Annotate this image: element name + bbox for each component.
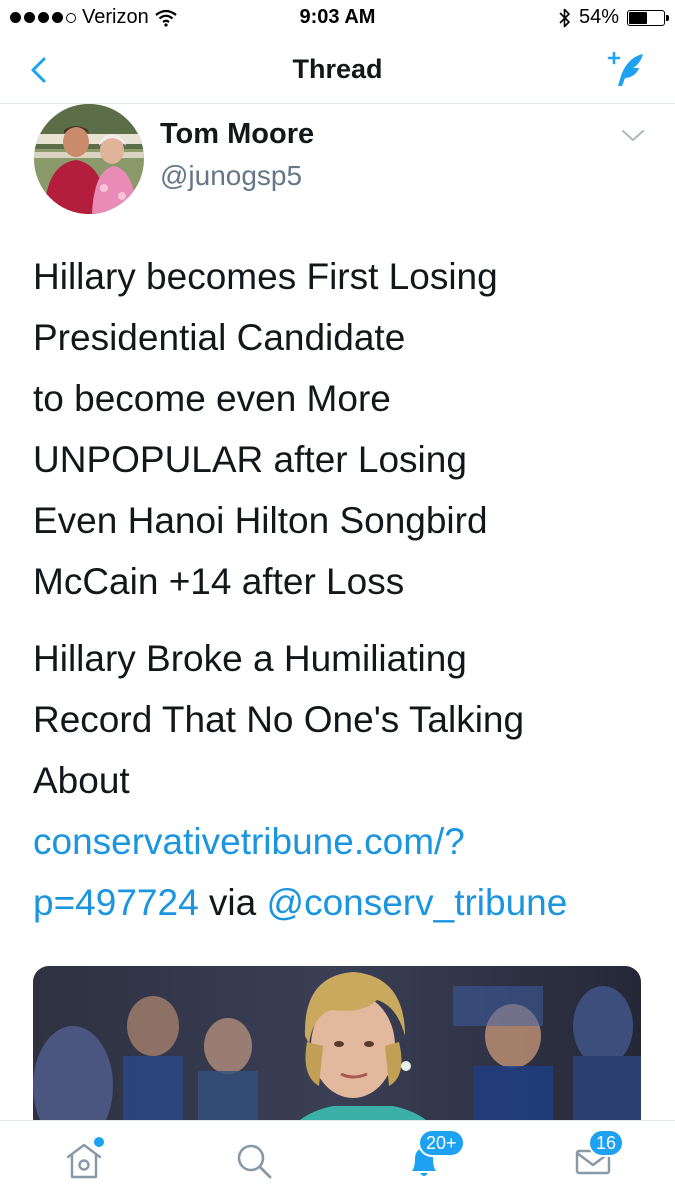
page-title: Thread [292, 54, 383, 84]
battery-percent: 54% [578, 6, 619, 28]
compose-tweet-button[interactable] [603, 48, 649, 92]
avatar[interactable] [34, 104, 144, 214]
tweet-line: Hillary becomes First Losing [33, 256, 498, 297]
tweet-menu-button[interactable] [621, 128, 645, 144]
tweet-line: UNPOPULAR after Losing [33, 439, 467, 480]
avatar-photo [34, 104, 144, 214]
home-new-dot [94, 1137, 104, 1147]
tweet-line: Even Hanoi Hilton Songbird [33, 500, 488, 541]
author-handle[interactable]: @junogsp5 [160, 160, 302, 192]
battery-icon [627, 9, 669, 26]
chevron-down-icon [622, 130, 644, 141]
tab-home[interactable] [58, 1135, 110, 1187]
tweet-line: Hillary Broke a Humiliating [33, 638, 467, 679]
article-link-continued[interactable]: p=497724 [33, 882, 199, 923]
bluetooth-icon [559, 8, 570, 27]
tweet-line: Record That No One's Talking [33, 699, 525, 740]
tweet-link-line: conservativetribune.com/? [33, 811, 653, 872]
notifications-badge: 20+ [418, 1129, 465, 1157]
tweet-line: to become even More [33, 378, 391, 419]
status-bar: Verizon 9:03 AM 54% [0, 0, 675, 36]
tweet-link-line: p=497724 via @conserv_tribune [33, 872, 653, 933]
via-text: via [198, 882, 267, 923]
screen: Verizon 9:03 AM 54% Thread Tom Moore @ju… [0, 0, 675, 1200]
tweet-line: About [33, 760, 130, 801]
article-link[interactable]: conservativetribune.com/? [33, 821, 465, 862]
author-name[interactable]: Tom Moore [160, 118, 314, 151]
tweet-line: McCain +14 after Loss [33, 561, 405, 602]
tweet-text: Hillary becomes First Losing Presidentia… [33, 246, 653, 933]
tab-search[interactable] [228, 1135, 280, 1187]
compose-tweet-icon [607, 51, 643, 86]
status-right: 54% [559, 6, 669, 29]
battery-fill [629, 11, 647, 24]
tweet-paragraph-2: Hillary Broke a Humiliating Record That … [33, 628, 653, 933]
messages-badge: 16 [588, 1129, 625, 1157]
tab-messages[interactable]: 16 [568, 1129, 625, 1187]
tab-bar: 20+ 16 [0, 1120, 675, 1200]
tab-notifications[interactable]: 20+ [398, 1129, 465, 1187]
tweet-line: Presidential Candidate [33, 317, 406, 358]
mention-link[interactable]: @conserv_tribune [267, 882, 568, 923]
tweet-paragraph-1: Hillary becomes First Losing Presidentia… [33, 246, 653, 612]
search-icon [237, 1144, 272, 1179]
nav-bar: Thread [0, 36, 675, 104]
